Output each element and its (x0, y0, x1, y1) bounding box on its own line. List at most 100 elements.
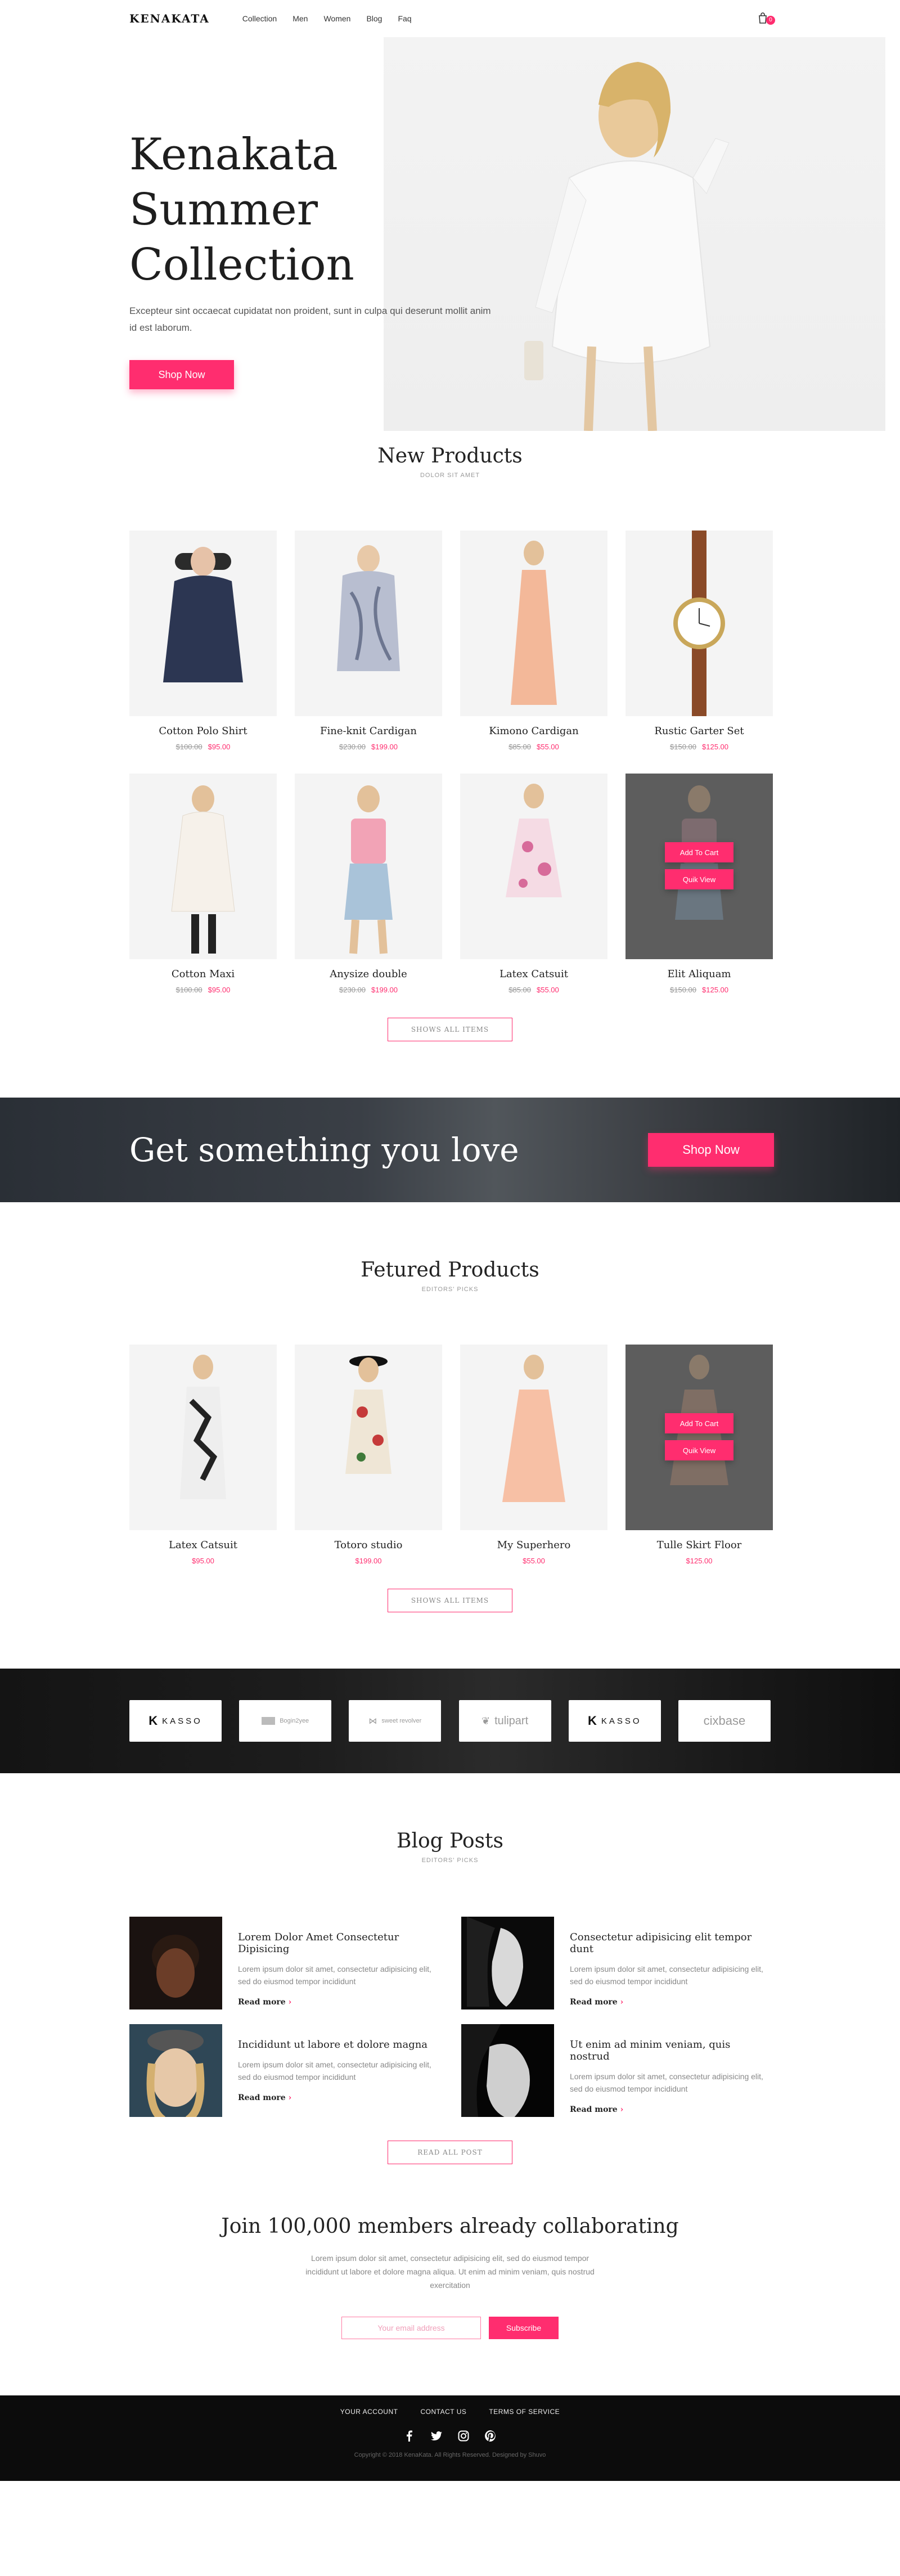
instagram-icon[interactable] (458, 2430, 469, 2442)
product-name[interactable]: Latex Catsuit (129, 1539, 277, 1551)
product-image-hover[interactable]: Add To Cart Quik View (626, 1345, 773, 1530)
blog-post-title[interactable]: Consectetur adipisicing elit tempor dunt (570, 1931, 771, 1955)
blog-post-excerpt: Lorem ipsum dolor sit amet, consectetur … (238, 1964, 431, 1986)
product-name[interactable]: Cotton Polo Shirt (129, 725, 277, 737)
blog-post-title[interactable]: Ut enim ad minim veniam, quis nostrud (570, 2039, 771, 2062)
site-footer: YOUR ACCOUNT CONTACT US TERMS OF SERVICE… (0, 2395, 900, 2481)
blog-section: Blog Posts EDITORS' PICKS Lorem Dolor Am… (0, 1773, 900, 2164)
subscribe-button[interactable]: Subscribe (489, 2317, 559, 2339)
blog-post-image[interactable] (461, 2024, 554, 2117)
brand-logo-kasso-2[interactable]: K KASSO (568, 1700, 661, 1742)
product-name[interactable]: Rustic Garter Set (626, 725, 773, 737)
blog-post-image[interactable] (461, 1917, 554, 2009)
blog-subtitle: EDITORS' PICKS (421, 1857, 479, 1864)
arrow-right-icon: › (620, 1998, 624, 2007)
nav-faq[interactable]: Faq (398, 14, 411, 23)
product-image[interactable] (460, 774, 608, 959)
blog-post: Incididunt ut labore et dolore magna Lor… (129, 2024, 439, 2117)
footer-link-contact[interactable]: CONTACT US (420, 2408, 466, 2416)
product-card[interactable]: Anysize double $230.00 $199.00 (295, 774, 442, 994)
product-name[interactable]: Totoro studio (295, 1539, 442, 1551)
product-card[interactable]: Rustic Garter Set $150.00 $125.00 (626, 531, 773, 751)
read-more-link[interactable]: Read more › (238, 1998, 439, 2007)
product-name[interactable]: Kimono Cardigan (460, 725, 608, 737)
product-image-hover[interactable]: Add To Cart Quik View (626, 774, 773, 959)
read-more-link[interactable]: Read more › (570, 1998, 771, 2007)
blog-post-image[interactable] (129, 1917, 222, 2009)
read-more-link[interactable]: Read more › (238, 2093, 435, 2102)
hero-shop-now-button[interactable]: Shop Now (129, 360, 234, 389)
blog-post: Consectetur adipisicing elit tempor dunt… (461, 1917, 771, 2009)
brand-logo-cixbase[interactable]: cixbase (678, 1700, 771, 1742)
product-card[interactable]: Add To Cart Quik View Tulle Skirt Floor … (626, 1345, 773, 1565)
product-image[interactable] (460, 531, 608, 716)
product-image[interactable] (129, 1345, 277, 1530)
product-card[interactable]: Cotton Polo Shirt $100.00 $95.00 (129, 531, 277, 751)
cart-button[interactable]: 0 (756, 11, 775, 26)
nav-women[interactable]: Women (323, 14, 350, 23)
product-image[interactable] (295, 774, 442, 959)
blog-post-excerpt: Lorem ipsum dolor sit amet, consectetur … (238, 2060, 431, 2082)
site-logo[interactable]: KENAKATA (129, 12, 210, 25)
quick-view-button[interactable]: Quik View (665, 1440, 734, 1460)
kasso-mark-icon: K (587, 1714, 597, 1728)
product-old-price: $85.00 (508, 743, 531, 751)
product-card[interactable]: Add To Cart Quik View Elit Aliquam $150.… (626, 774, 773, 994)
brand-logo-tulipart[interactable]: ❦ tulipart (458, 1700, 551, 1742)
arrow-right-icon: › (288, 2093, 292, 2102)
add-to-cart-button[interactable]: Add To Cart (665, 842, 734, 862)
product-card[interactable]: Totoro studio $199.00 (295, 1345, 442, 1565)
brand-logo-sweet-revolver[interactable]: ⋈ sweet revolver (349, 1700, 442, 1742)
product-image[interactable] (295, 531, 442, 716)
pinterest-icon[interactable] (485, 2430, 496, 2442)
product-name[interactable]: Anysize double (295, 968, 442, 980)
product-price: $125.00 (686, 1557, 713, 1565)
product-image[interactable] (129, 774, 277, 959)
nav-blog[interactable]: Blog (366, 14, 382, 23)
footer-link-terms[interactable]: TERMS OF SERVICE (489, 2408, 560, 2416)
twitter-icon[interactable] (431, 2430, 442, 2442)
product-card[interactable]: Latex Catsuit $95.00 (129, 1345, 277, 1565)
product-card[interactable]: Cotton Maxi $100.00 $95.00 (129, 774, 277, 994)
product-image[interactable] (626, 531, 773, 716)
product-old-price: $230.00 (339, 743, 366, 751)
nav-collection[interactable]: Collection (242, 14, 277, 23)
email-input[interactable] (341, 2317, 481, 2339)
product-price: $199.00 (355, 1557, 382, 1565)
product-card[interactable]: Latex Catsuit $85.00 $55.00 (460, 774, 608, 994)
quick-view-button[interactable]: Quik View (665, 869, 734, 889)
brand-logo-kasso[interactable]: K KASSO (129, 1700, 222, 1742)
product-image[interactable] (129, 531, 277, 716)
nav-men[interactable]: Men (292, 14, 308, 23)
product-name[interactable]: My Superhero (460, 1539, 608, 1551)
blog-post-title[interactable]: Incididunt ut labore et dolore magna (238, 2039, 435, 2051)
blog-title: Blog Posts (397, 1829, 503, 1853)
show-all-featured-button[interactable]: SHOWS ALL ITEMS (388, 1589, 512, 1612)
show-all-items-button[interactable]: SHOWS ALL ITEMS (388, 1018, 512, 1041)
product-image[interactable] (460, 1345, 608, 1530)
read-all-post-button[interactable]: READ ALL POST (388, 2141, 512, 2164)
product-card[interactable]: My Superhero $55.00 (460, 1345, 608, 1565)
add-to-cart-button[interactable]: Add To Cart (665, 1413, 734, 1433)
product-name[interactable]: Latex Catsuit (460, 968, 608, 980)
product-name[interactable]: Fine-knit Cardigan (295, 725, 442, 737)
product-card[interactable]: Fine-knit Cardigan $230.00 $199.00 (295, 531, 442, 751)
featured-subtitle: EDITORS' PICKS (421, 1286, 479, 1293)
product-name[interactable]: Cotton Maxi (129, 968, 277, 980)
product-card[interactable]: Kimono Cardigan $85.00 $55.00 (460, 531, 608, 751)
new-products-subtitle: DOLOR SIT AMET (420, 472, 480, 479)
blog-post-title[interactable]: Lorem Dolor Amet Consectetur Dipisicing (238, 1931, 439, 1955)
read-more-link[interactable]: Read more › (570, 2105, 771, 2114)
brand-logo-bogin[interactable]: Bogin2yee (239, 1700, 332, 1742)
product-old-price: $150.00 (670, 986, 696, 994)
product-price: $95.00 (192, 1557, 214, 1565)
footer-link-account[interactable]: YOUR ACCOUNT (340, 2408, 398, 2416)
blog-post-image[interactable] (129, 2024, 222, 2117)
product-image[interactable] (295, 1345, 442, 1530)
facebook-icon[interactable] (404, 2430, 415, 2442)
kasso-mark-icon: K (148, 1714, 158, 1728)
product-price: $95.00 (208, 986, 231, 994)
product-name[interactable]: Tulle Skirt Floor (626, 1539, 773, 1551)
product-name[interactable]: Elit Aliquam (626, 968, 773, 980)
banner-shop-now-button[interactable]: Shop Now (648, 1133, 774, 1167)
